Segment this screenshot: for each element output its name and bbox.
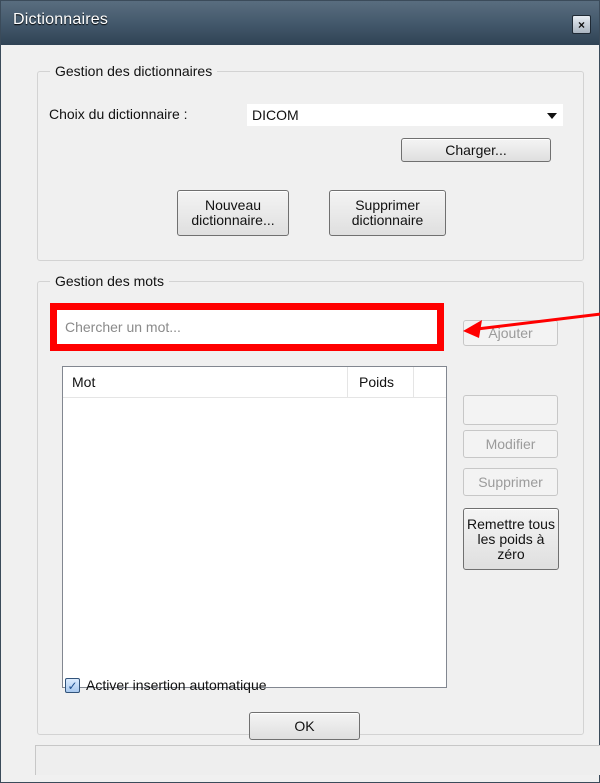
column-mot-label: Mot: [72, 374, 96, 390]
screenshot-canvas: Dictionnaires × Gestion des dictionnaire…: [0, 0, 600, 783]
title-bar[interactable]: Dictionnaires ×: [1, 1, 599, 45]
window-title: Dictionnaires: [13, 11, 109, 28]
dictionary-management-group: Gestion des dictionnaires: [37, 63, 584, 261]
ok-button[interactable]: OK: [249, 712, 360, 740]
blank-disabled-button[interactable]: [463, 395, 558, 425]
dictionary-group-title: Gestion des dictionnaires: [50, 63, 218, 79]
word-list[interactable]: Mot Poids: [62, 366, 447, 688]
auto-insert-label: Activer insertion automatique: [86, 677, 267, 693]
column-poids-label: Poids: [359, 374, 395, 390]
column-poids[interactable]: Poids: [348, 367, 414, 397]
word-list-header: Mot Poids: [63, 367, 446, 398]
column-mot[interactable]: Mot: [63, 367, 348, 397]
check-icon: ✓: [67, 678, 78, 693]
search-input[interactable]: [57, 310, 437, 344]
close-icon: ×: [577, 17, 585, 32]
add-button[interactable]: Ajouter: [463, 320, 558, 346]
delete-dictionary-button[interactable]: Supprimer dictionnaire: [329, 190, 446, 236]
dictionaries-dialog: Dictionnaires × Gestion des dictionnaire…: [0, 0, 600, 783]
auto-insert-checkbox[interactable]: ✓: [65, 678, 80, 693]
delete-word-button[interactable]: Supprimer: [463, 468, 558, 496]
selected-dictionary: DICOM: [252, 107, 299, 123]
new-dictionary-button[interactable]: Nouveau dictionnaire...: [177, 190, 289, 236]
close-button[interactable]: ×: [572, 15, 591, 34]
reset-weights-button[interactable]: Remettre tous les poids à zéro: [463, 508, 559, 570]
search-highlight: [50, 303, 444, 351]
modify-button[interactable]: Modifier: [463, 430, 558, 458]
dictionary-select[interactable]: DICOM: [246, 103, 564, 127]
dictionary-choice-label: Choix du dictionnaire :: [49, 106, 188, 122]
word-group-title: Gestion des mots: [50, 273, 169, 289]
status-bar: [35, 745, 600, 775]
load-button[interactable]: Charger...: [401, 138, 551, 162]
chevron-down-icon: [547, 113, 557, 119]
dialog-content: Gestion des dictionnaires Choix du dicti…: [12, 45, 600, 781]
